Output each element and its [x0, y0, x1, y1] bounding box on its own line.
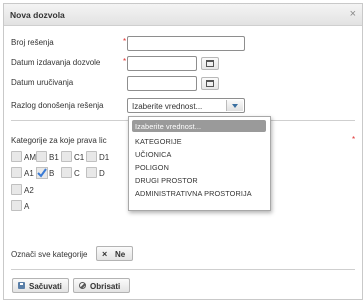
datum-izdavanja-input[interactable] — [127, 56, 197, 71]
close-icon: × — [102, 249, 108, 259]
checkbox-label: AM — [24, 153, 36, 162]
dropdown-option-ucionica[interactable]: UČIONICA — [135, 150, 171, 162]
required-mark: * — [123, 57, 127, 66]
datum-izdavanja-label: Datum izdavanja dozvole — [11, 58, 101, 67]
datum-urucivanja-label: Datum uručivanja — [11, 78, 74, 87]
checkbox-c[interactable] — [61, 167, 72, 178]
razlog-dropdown-list: Izaberite vrednost... KATEGORIJE UČIONIC… — [128, 116, 271, 211]
select-all-label: Označi sve kategorije — [11, 250, 88, 259]
checkbox-c1[interactable] — [61, 151, 72, 162]
chevron-down-icon[interactable] — [226, 100, 243, 111]
categories-label: Kategorije za koje prava lic — [11, 136, 107, 145]
checkbox-label: C1 — [74, 153, 85, 162]
broj-resenja-input[interactable] — [127, 36, 245, 51]
razlog-label: Razlog donošenja rešenja — [11, 101, 104, 110]
datum-urucivanja-input[interactable] — [127, 76, 197, 91]
select-all-button-label: Ne — [115, 250, 126, 259]
dialog-titlebar[interactable]: Nova dozvola × — [4, 4, 362, 26]
delete-button-label: Obrisati — [90, 282, 121, 291]
checkbox-am[interactable] — [11, 151, 22, 162]
dropdown-option-poligon[interactable]: POLIGON — [135, 163, 169, 175]
new-permit-dialog: Nova dozvola × Broj rešenja * Datum izda… — [3, 3, 363, 300]
checkbox-label: A1 — [24, 169, 34, 178]
divider — [11, 269, 355, 270]
checkbox-label: B — [49, 169, 55, 178]
broj-resenja-label: Broj rešenja — [11, 38, 54, 47]
dropdown-option-drugi-prostor[interactable]: DRUGI PROSTOR — [135, 176, 198, 188]
razlog-select-value: Izaberite vrednost... — [132, 102, 203, 111]
checkbox-label: A — [24, 202, 30, 211]
close-icon[interactable]: × — [350, 8, 356, 20]
save-icon — [18, 282, 25, 289]
checkbox-d1[interactable] — [86, 151, 97, 162]
checkbox-a2[interactable] — [11, 184, 22, 195]
required-mark: * — [123, 37, 127, 46]
checkbox-a1[interactable] — [11, 167, 22, 178]
checkbox-a[interactable] — [11, 200, 22, 211]
required-mark: * — [352, 135, 356, 144]
dropdown-option-izaberite[interactable]: Izaberite vrednost... — [132, 120, 266, 132]
dropdown-option-administrativna[interactable]: ADMINISTRATIVNA PROSTORIJA — [135, 189, 252, 201]
calendar-icon[interactable] — [201, 57, 219, 70]
checkbox-b[interactable] — [36, 167, 48, 179]
checkbox-label: D — [99, 169, 105, 178]
dialog-title: Nova dozvola — [10, 10, 65, 20]
checkbox-b1[interactable] — [36, 151, 47, 162]
razlog-select[interactable]: Izaberite vrednost... — [127, 98, 245, 113]
dropdown-option-kategorije[interactable]: KATEGORIJE — [135, 137, 182, 149]
checkbox-label: C — [74, 169, 80, 178]
select-all-toggle-button[interactable]: × Ne — [96, 246, 133, 261]
checkbox-d[interactable] — [86, 167, 97, 178]
checkbox-label: D1 — [99, 153, 110, 162]
delete-icon — [79, 282, 86, 289]
calendar-icon[interactable] — [201, 77, 219, 90]
checkbox-label: B1 — [49, 153, 59, 162]
checkbox-label: A2 — [24, 186, 34, 195]
save-button[interactable]: Sačuvati — [12, 278, 69, 293]
delete-button[interactable]: Obrisati — [73, 278, 130, 293]
save-button-label: Sačuvati — [29, 282, 62, 291]
checkmark-icon — [36, 167, 48, 179]
